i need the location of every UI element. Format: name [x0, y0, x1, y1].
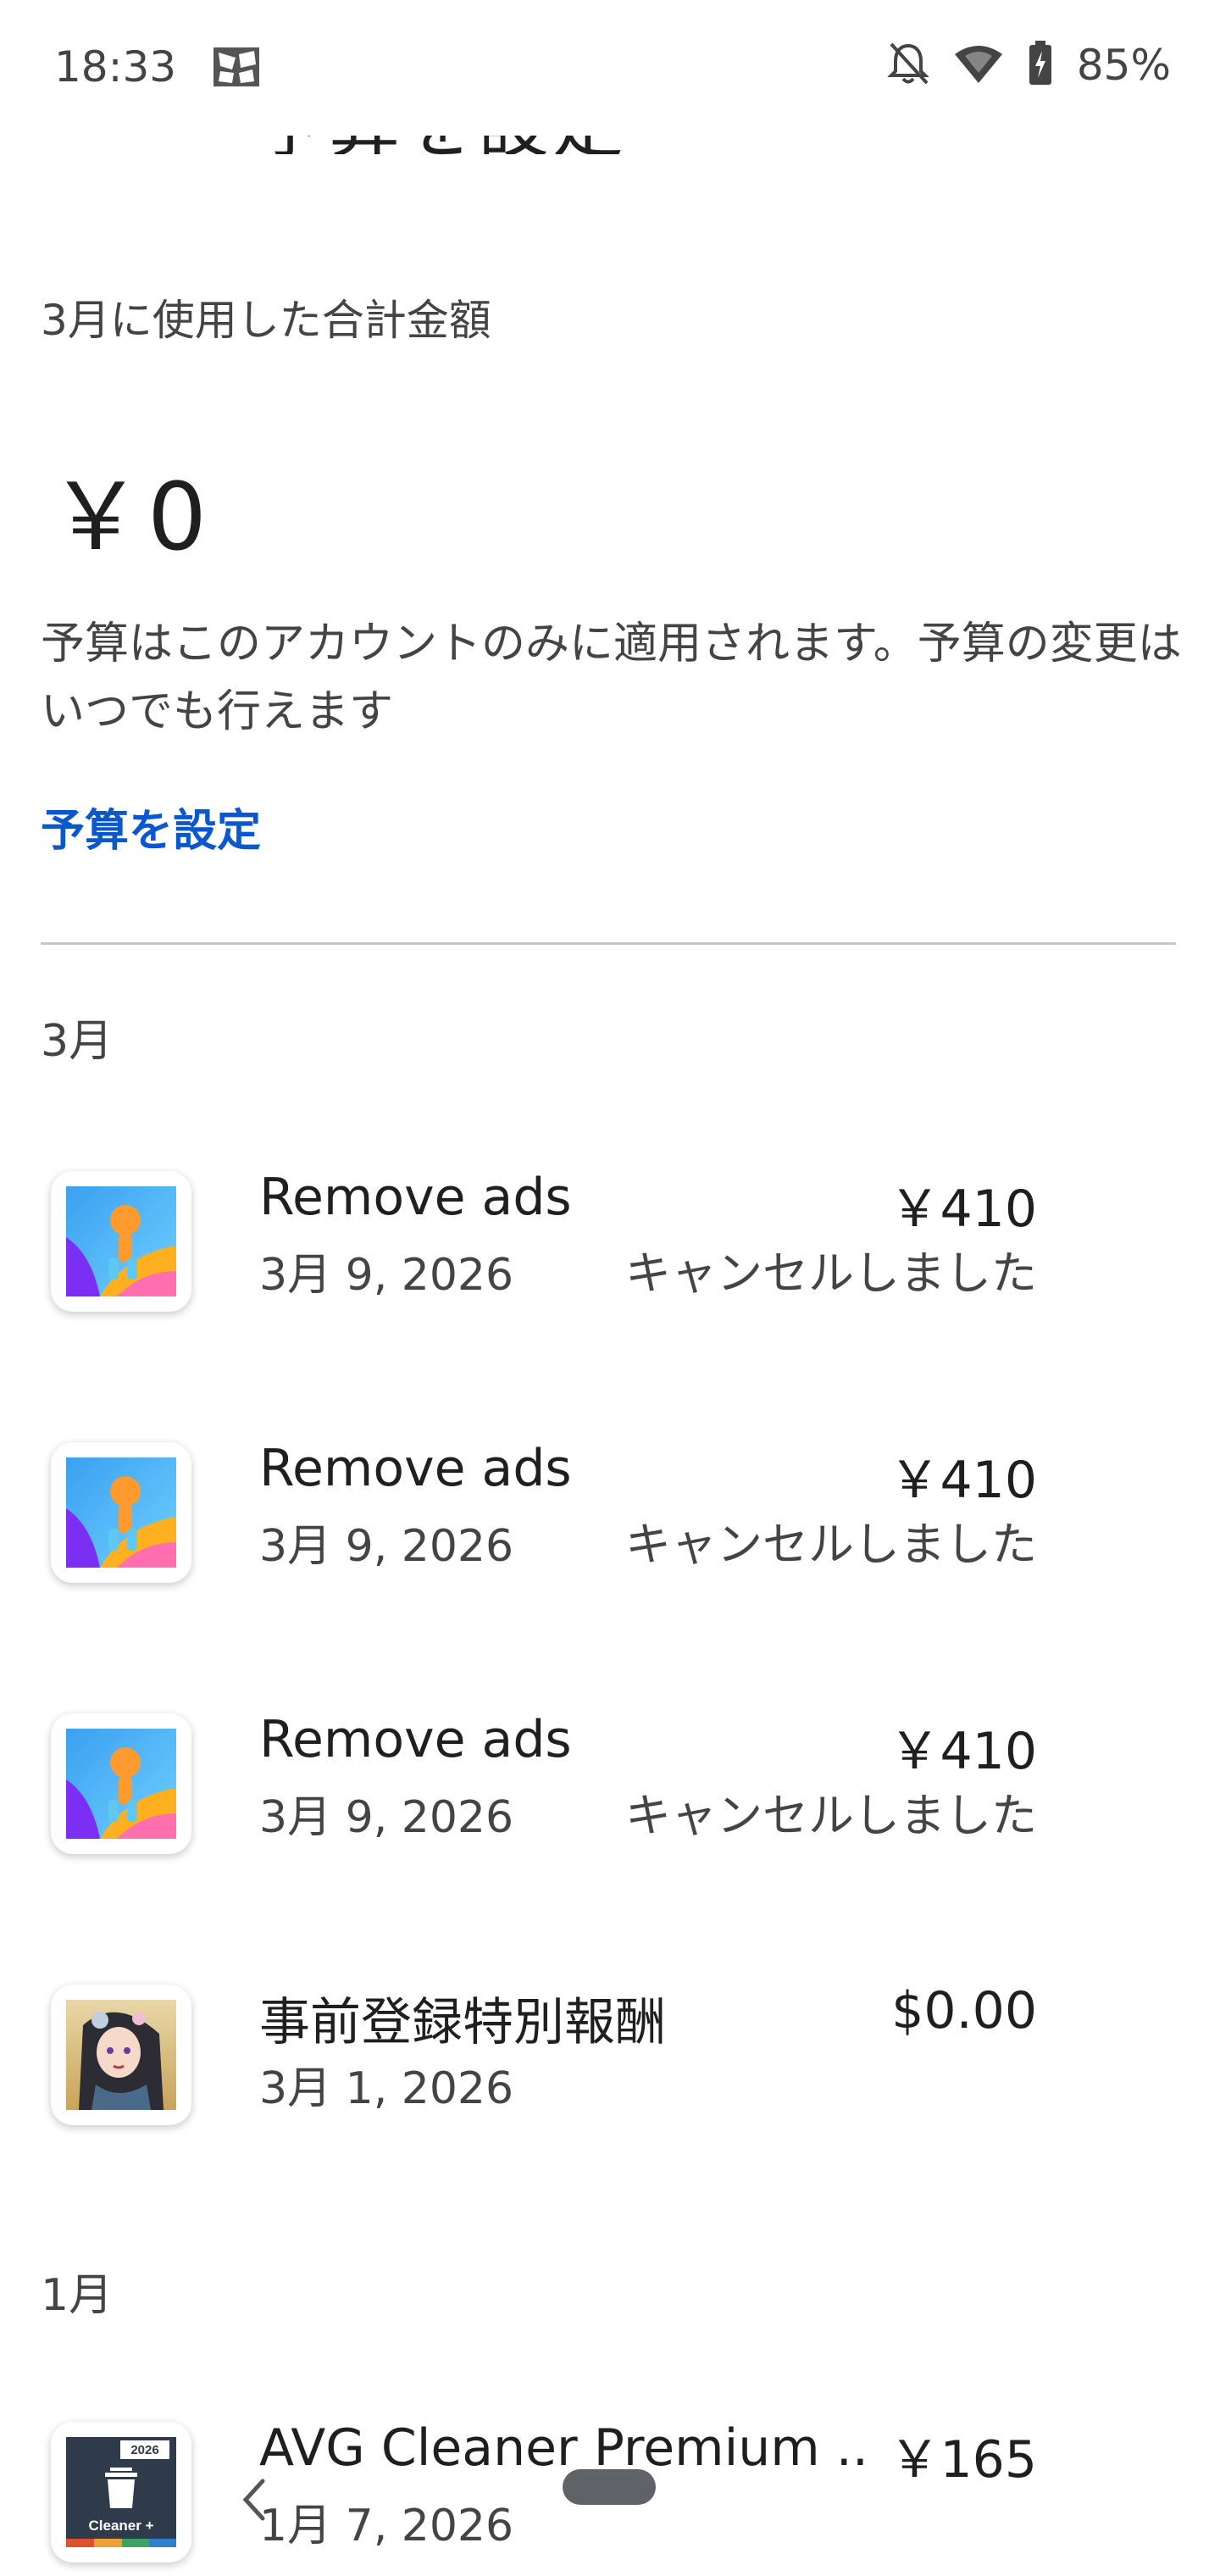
transaction-status: キャンセルしました: [625, 1789, 1037, 1842]
purchase-history-screen: 18:33 85% 3月に使用した合計金額 ￥0 予算はこのアカウントのみに適用…: [0, 0, 1220, 2576]
avg-icon-label: Cleaner +: [88, 2518, 153, 2534]
transaction-date: 3月 9, 2026: [259, 1521, 514, 1572]
wifi-icon: [953, 42, 1004, 88]
set-budget-link[interactable]: 予算を設定: [41, 795, 261, 858]
transaction-item[interactable]: Remove ads 3月 9, 2026 ￥410 キャンセルしました: [0, 1163, 1220, 1324]
transaction-amount: ￥410: [889, 1451, 1037, 1510]
divider: [41, 942, 1176, 945]
transaction-amount: ￥410: [889, 1180, 1037, 1239]
nav-back-chevron-icon[interactable]: [237, 2474, 271, 2525]
bell-off-icon: [887, 41, 929, 90]
transaction-item[interactable]: Remove ads 3月 9, 2026 ￥410 キャンセルしました: [0, 1434, 1220, 1595]
battery-charging-icon: [1028, 41, 1053, 90]
avg-cleaner-icon: 2026 Cleaner +: [51, 2422, 191, 2562]
monthly-spend-total: ￥0: [49, 463, 212, 571]
transaction-item[interactable]: 事前登録特別報酬 3月 1, 2026 $0.00: [0, 1976, 1220, 2137]
game-runner-icon: [51, 1713, 191, 1854]
transaction-date: 3月 1, 2026: [259, 2063, 514, 2114]
anime-character-icon: [51, 1985, 191, 2125]
transaction-title: 事前登録特別報酬: [259, 1993, 666, 2052]
transaction-title: Remove ads: [259, 1168, 572, 1227]
transaction-amount: ￥410: [889, 1722, 1037, 1781]
transaction-item[interactable]: Remove ads 3月 9, 2026 ￥410 キャンセルしました: [0, 1705, 1220, 1866]
app-notification-icon: [212, 44, 261, 90]
transaction-title: Remove ads: [259, 1439, 572, 1498]
home-gesture-pill[interactable]: [563, 2469, 656, 2505]
month-header: 3月: [41, 1016, 114, 1067]
avg-icon-year: 2026: [130, 2443, 158, 2457]
monthly-spend-label: 3月に使用した合計金額: [41, 296, 491, 345]
transaction-amount: ￥165: [889, 2430, 1037, 2490]
status-bar: 18:33 85%: [0, 0, 1220, 136]
battery-percentage: 85%: [1076, 41, 1171, 90]
transaction-date: 3月 9, 2026: [259, 1250, 514, 1301]
transaction-title: AVG Cleaner Premium ...: [259, 2418, 869, 2478]
transaction-date: 3月 9, 2026: [259, 1792, 514, 1843]
transaction-status: キャンセルしました: [625, 1246, 1037, 1300]
transaction-title: Remove ads: [259, 1710, 572, 1769]
budget-description: 予算はこのアカウントのみに適用されます。予算の変更はいつでも行えます: [41, 619, 1182, 737]
game-runner-icon: [51, 1442, 191, 1583]
month-header: 1月: [41, 2270, 114, 2321]
transaction-amount: $0.00: [891, 1981, 1037, 2040]
transaction-date: 1月 7, 2026: [259, 2501, 514, 2551]
game-runner-icon: [51, 1171, 191, 1312]
status-icons: 85%: [887, 41, 1171, 90]
status-time: 18:33: [54, 42, 177, 92]
transaction-status: キャンセルしました: [625, 1518, 1037, 1571]
